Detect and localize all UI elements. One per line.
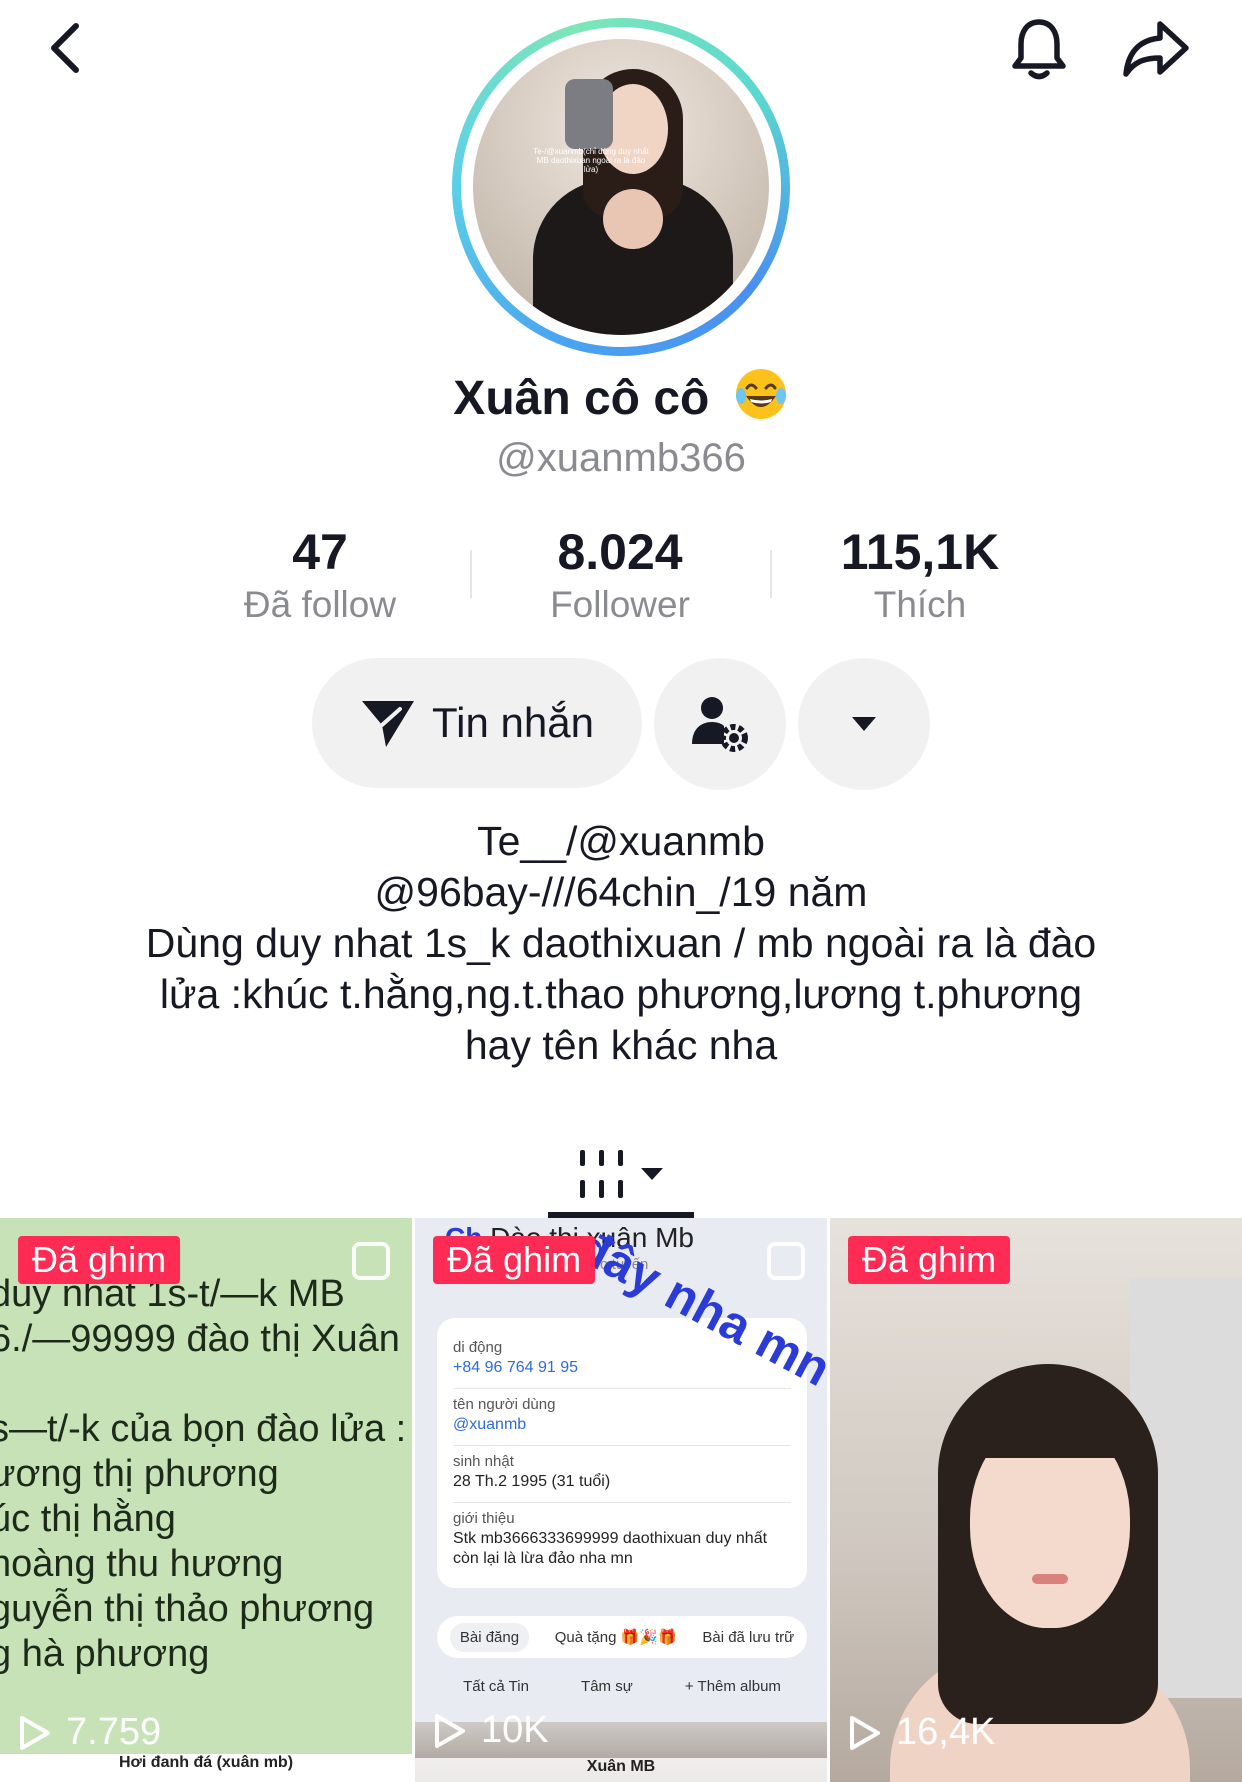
caret-down-icon [852,717,876,731]
back-button[interactable] [36,18,96,78]
view-count: 16,4K [848,1711,995,1754]
select-checkbox-icon [767,1242,805,1280]
video-tile[interactable]: Đã ghim duy nhat 1s-t/—k MB 6./—99999 đà… [0,1218,412,1782]
pinned-badge: Đã ghim [433,1236,596,1284]
video-tile[interactable]: Ch Đào thị xuân Mb ực tuyến di động +84 … [415,1218,827,1782]
profile-handle: @xuanmb366 [496,436,746,480]
share-button[interactable] [1118,14,1194,84]
bell-icon [1012,19,1066,80]
profile-bio: Te__/@xuanmb @96bay-///64chin_/19 năm Dù… [100,816,1142,1071]
share-arrow-icon [1123,21,1189,77]
play-outline-icon [435,1713,465,1748]
avatar: Te-/@xuanmb(chỉ dùng duy nhất MB daothix… [473,39,769,335]
send-icon [362,701,415,747]
avatar-story-ring[interactable]: Te-/@xuanmb(chỉ dùng duy nhất MB daothix… [452,18,790,356]
laughing-tears-emoji-icon [735,369,786,419]
bio-line: lửa :khúc t.hằng,ng.t.thao phương,lương … [159,971,1083,1017]
video-grid: Đã ghim duy nhat 1s-t/—k MB 6./—99999 đà… [0,1218,1242,1782]
stat-following[interactable]: 47 Đã follow [190,522,450,628]
more-options-button[interactable] [798,658,930,790]
tab-videos[interactable] [548,1126,694,1222]
notification-bell-button[interactable] [1004,14,1074,84]
profile-name: Xuân cô cô [0,366,1242,426]
avatar-watermark-text: Te-/@xuanmb(chỉ dùng duy nhất MB daothix… [533,147,649,174]
grid-bars-icon [580,1150,623,1198]
video-caption: Xuân MB [415,1758,827,1782]
caret-down-icon [641,1168,663,1180]
content-tab-bar [0,1126,1242,1222]
thumbnail-pill-tabs: Bài đăng Quà tặng 🎁🎉🎁 Bài đã lưu trữ [437,1616,807,1658]
video-caption: Hơi đanh đá (xuân mb) [0,1754,412,1782]
bio-line: Dùng duy nhat 1s_k daothixuan / mb ngoài… [145,920,1097,966]
view-count: 10K [433,1709,549,1752]
pinned-badge: Đã ghim [848,1236,1011,1284]
video-tile[interactable]: Đã ghim 16,4K [830,1218,1242,1782]
stat-divider [470,550,472,598]
stat-followers[interactable]: 8.024 Follower [490,522,750,628]
message-button[interactable]: Tin nhắn [312,658,642,788]
profile-stats: 47 Đã follow 8.024 Follower 115,1K Thích [0,522,1242,632]
play-outline-icon [850,1715,880,1750]
select-checkbox-icon [352,1242,390,1280]
friend-settings-button[interactable] [654,658,786,790]
stat-divider [770,550,772,598]
bio-line: @96bay-///64chin_/19 năm [374,869,868,915]
video-thumbnail-text: duy nhat 1s-t/—k MB 6./—99999 đào thị Xu… [0,1273,407,1675]
message-button-label: Tin nhắn [432,699,594,746]
pinned-badge: Đã ghim [18,1236,181,1284]
bio-line: hay tên khác nha [464,1022,778,1068]
profile-actions: Tin nhắn [0,658,1242,790]
bio-line: Te__/@xuanmb [477,818,765,864]
thumbnail-subtabs: Tất cả Tin Tâm sự + Thêm album [463,1678,781,1695]
play-outline-icon [20,1715,50,1750]
chevron-left-icon [51,23,79,73]
view-count: 7.759 [18,1711,161,1754]
user-gear-icon [692,697,748,752]
stat-likes[interactable]: 115,1K Thích [790,522,1050,628]
